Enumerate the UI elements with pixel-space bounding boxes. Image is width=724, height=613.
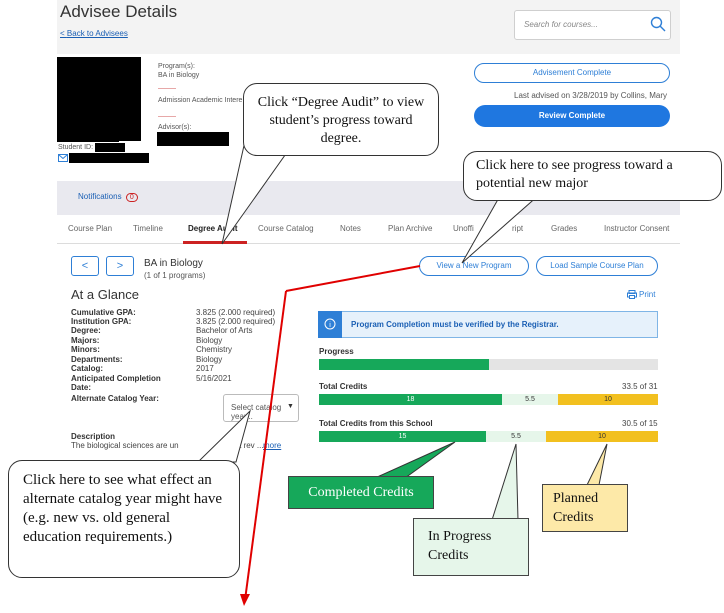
- notifications-link[interactable]: Notifications 0: [78, 192, 138, 202]
- program-name: BA in Biology: [144, 258, 203, 269]
- more-link[interactable]: more: [263, 441, 281, 450]
- svg-text:i: i: [329, 322, 331, 329]
- tab-course-catalog[interactable]: Course Catalog: [258, 224, 314, 233]
- email-redacted: [69, 153, 149, 163]
- school-planned-segment: 10: [546, 431, 658, 442]
- description-label: Description: [71, 432, 116, 441]
- tab-instructor-consent[interactable]: Instructor Consent: [604, 224, 669, 233]
- glance-label: Institution GPA:: [71, 317, 132, 326]
- chevron-down-icon[interactable]: ▼: [287, 403, 294, 410]
- catalog-year-select-value: Select catalog year...: [231, 403, 282, 421]
- page-title: Advisee Details: [60, 2, 178, 21]
- program-value: BA in Biology: [158, 72, 200, 79]
- glance-value: 3.825 (2.000 required): [196, 317, 276, 326]
- alt-catalog-label: Alternate Catalog Year:: [71, 394, 159, 403]
- notifications-count-badge: 0: [125, 193, 138, 202]
- new-major-callout: Click here to see progress toward a pote…: [463, 151, 722, 201]
- back-link-label[interactable]: Back to Advisees: [67, 29, 128, 38]
- glance-value: 3.825 (2.000 required): [196, 308, 276, 317]
- view-new-program-button[interactable]: View a New Program: [419, 256, 529, 276]
- tab-notes[interactable]: Notes: [340, 224, 361, 233]
- completed-credits-text: Completed Credits: [308, 485, 414, 500]
- program-count: (1 of 1 programs): [144, 271, 206, 280]
- glance-label: Departments:: [71, 355, 123, 364]
- back-to-advisees-link[interactable]: < Back to Advisees: [60, 29, 128, 38]
- glance-label: Majors:: [71, 336, 100, 345]
- total-credits-label: Total Credits: [319, 382, 368, 391]
- glance-value: Chemistry: [196, 345, 233, 354]
- new-major-callout-text: Click here to see progress toward a pote…: [476, 158, 673, 191]
- tab-plan-archive[interactable]: Plan Archive: [388, 224, 432, 233]
- glance-label: Degree:: [71, 326, 101, 335]
- school-completed-segment: 15: [319, 431, 486, 442]
- catalog-callout-text: Click here to see what effect an alterna…: [23, 472, 223, 545]
- search-placeholder: Search for courses...: [524, 20, 598, 29]
- advisor-label: Advisor(s):: [158, 124, 192, 131]
- student-id-label: Student ID:: [58, 144, 94, 151]
- glance-label: Minors:: [71, 345, 100, 354]
- tab-timeline[interactable]: Timeline: [133, 224, 163, 233]
- catalog-callout: Click here to see what effect an alterna…: [8, 460, 240, 578]
- glance-value: Bachelor of Arts: [196, 326, 253, 335]
- school-credits-label: Total Credits from this School: [319, 419, 433, 428]
- tabs-divider: [57, 243, 680, 244]
- review-complete-button[interactable]: Review Complete: [474, 105, 670, 127]
- completed-credits-label: Completed Credits: [288, 476, 434, 509]
- glance-value: 5/16/2021: [196, 374, 232, 383]
- registrar-banner-text: Program Completion must be verified by t…: [351, 320, 559, 329]
- glance-label: Date:: [71, 383, 92, 392]
- planned-credits-text: Planned Credits: [553, 491, 599, 525]
- planned-credits-label: Planned Credits: [542, 484, 628, 532]
- last-advised-text: Last advised on 3/28/2019 by Collins, Ma…: [514, 91, 667, 100]
- redaction-block: [57, 126, 119, 142]
- email-icon[interactable]: [58, 154, 68, 162]
- glance-value: Biology: [196, 336, 223, 345]
- info-circle-icon: i: [324, 318, 336, 330]
- print-link[interactable]: Print: [639, 290, 655, 299]
- divider: [158, 88, 176, 89]
- total-planned-segment: 10: [558, 394, 658, 405]
- next-program-button[interactable]: >: [106, 256, 134, 276]
- total-completed-segment: 18: [319, 394, 502, 405]
- glance-label: Anticipated Completion: [71, 374, 161, 383]
- total-inprogress-segment: 5.5: [502, 394, 558, 405]
- tab-grades[interactable]: Grades: [551, 224, 577, 233]
- load-sample-course-plan-button[interactable]: Load Sample Course Plan: [536, 256, 658, 276]
- student-id-redacted: [95, 143, 125, 152]
- at-a-glance-heading: At a Glance: [71, 287, 139, 302]
- school-credits-value: 30.5 of 15: [622, 419, 658, 428]
- divider: [158, 116, 176, 117]
- print-icon[interactable]: [627, 290, 637, 299]
- prev-program-button[interactable]: <: [71, 256, 99, 276]
- admission-label: Admission Academic Intere: [158, 97, 243, 104]
- progress-bar-fill: [319, 359, 489, 370]
- school-inprogress-segment: 5.5: [486, 431, 546, 442]
- description-text-end: quiet rev ...: [224, 441, 264, 450]
- in-progress-credits-text: In Progress Credits: [428, 529, 492, 563]
- total-credits-value: 33.5 of 31: [622, 382, 658, 391]
- degree-audit-callout: Click “Degree Audit” to view student’s p…: [243, 83, 439, 156]
- degree-audit-callout-text: Click “Degree Audit” to view student’s p…: [257, 95, 425, 146]
- advisor-redacted: [157, 132, 229, 146]
- advisement-complete-button[interactable]: Advisement Complete: [474, 63, 670, 83]
- glance-label: Catalog:: [71, 364, 103, 373]
- notifications-label[interactable]: Notifications: [78, 192, 122, 201]
- tab-course-plan[interactable]: Course Plan: [68, 224, 112, 233]
- tab-unofficial-transcript[interactable]: Unoffi: [453, 224, 474, 233]
- glance-label: Cumulative GPA:: [71, 308, 136, 317]
- tab-degree-audit[interactable]: Degree Audit: [188, 224, 238, 233]
- active-tab-indicator: [183, 241, 247, 244]
- glance-value: Biology: [196, 355, 223, 364]
- progress-label: Progress: [319, 347, 354, 356]
- description-text-start: The biological sciences are un: [71, 441, 179, 450]
- tab-unofficial-transcript-end[interactable]: ript: [512, 224, 523, 233]
- search-icon[interactable]: [650, 16, 666, 32]
- glance-value: 2017: [196, 364, 214, 373]
- program-label: Program(s):: [158, 63, 195, 70]
- in-progress-credits-label: In Progress Credits: [413, 518, 529, 576]
